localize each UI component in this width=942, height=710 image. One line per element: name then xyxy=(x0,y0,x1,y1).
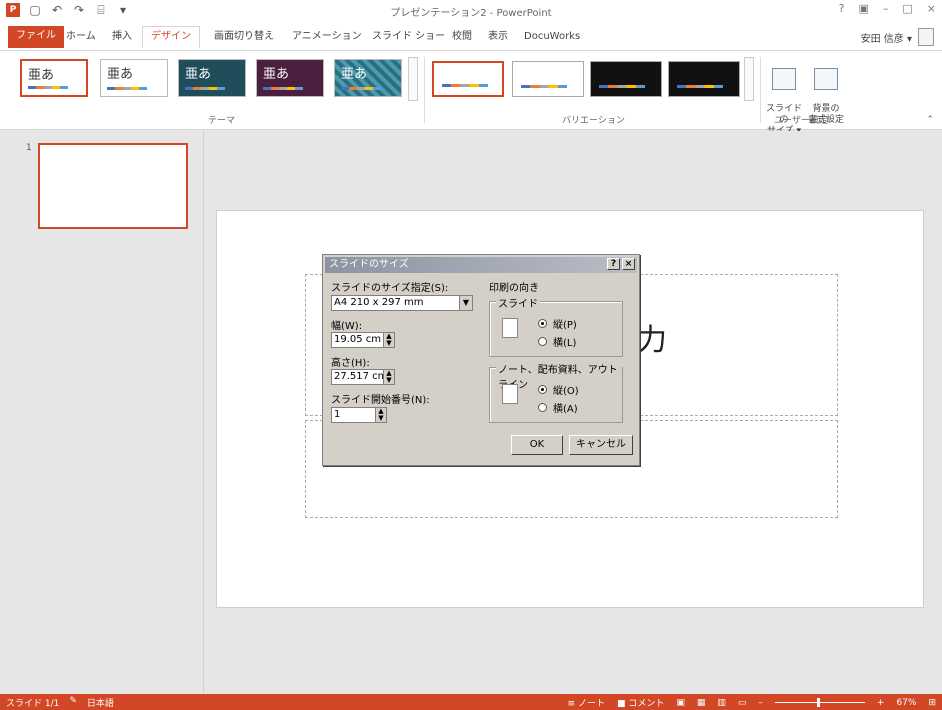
portrait-page-icon xyxy=(502,384,518,404)
portrait-page-icon xyxy=(502,318,518,338)
notes-button[interactable]: ≡ ノート xyxy=(568,696,605,709)
slides-orientation-group: スライド 縦(P) 横(L) xyxy=(489,295,623,357)
notes-landscape-radio[interactable]: 横(A) xyxy=(538,400,578,415)
normal-view-icon[interactable]: ▣ xyxy=(676,698,685,708)
slide-size-select[interactable]: A4 210 x 297 mm ▼ xyxy=(331,295,473,311)
theme-purple[interactable]: 亜あ xyxy=(256,59,324,97)
close-icon[interactable]: × xyxy=(927,2,936,15)
collapse-ribbon-icon[interactable]: ⌃ xyxy=(926,115,934,125)
theme-office[interactable]: 亜あ xyxy=(20,59,88,97)
width-label: 幅(W): xyxy=(331,321,363,332)
slide-size-dialog: スライドのサイズ ? × スライドのサイズ指定(S): A4 210 x 297… xyxy=(322,254,640,466)
tab-review[interactable]: 校閲 xyxy=(444,28,480,50)
dialog-close-button[interactable]: × xyxy=(622,258,635,270)
notes-portrait-radio[interactable]: 縦(O) xyxy=(538,382,579,397)
user-account[interactable]: 安田 信彦 ▾ xyxy=(861,28,934,46)
window-controls: ? ▣ – □ × xyxy=(839,2,936,15)
tab-transitions[interactable]: 画面切り替え xyxy=(206,28,282,50)
tab-view[interactable]: 表示 xyxy=(480,28,516,50)
radio-selected-icon xyxy=(538,385,547,394)
height-label: 高さ(H): xyxy=(331,358,370,369)
slide-size-label: スライドのサイズ指定(S): xyxy=(331,283,449,294)
reading-view-icon[interactable]: ▥ xyxy=(717,698,726,708)
slide-size-icon xyxy=(772,68,796,90)
minimize-icon[interactable]: – xyxy=(883,2,889,15)
slide-thumbnail[interactable] xyxy=(38,143,188,229)
theme-office-2[interactable]: 亜あ xyxy=(100,59,168,97)
zoom-level[interactable]: 67% xyxy=(896,698,916,708)
dialog-title: スライドのサイズ xyxy=(329,259,409,270)
radio-selected-icon xyxy=(538,319,547,328)
zoom-out-button[interactable]: – xyxy=(758,698,763,708)
orientation-group-label: 印刷の向き xyxy=(489,283,539,294)
slides-portrait-radio[interactable]: 縦(P) xyxy=(538,316,577,331)
title-bar: P ▢ ↶ ↷ ⌸ ▾ プレゼンテーション2 - PowerPoint ? ▣ … xyxy=(0,0,942,22)
theme-pattern[interactable]: 亜あ xyxy=(334,59,402,97)
ribbon-design: 亜あ 亜あ 亜あ 亜あ 亜あ テーマ バリエーション スライドの サイズ ▾ 背… xyxy=(0,50,942,136)
ok-button[interactable]: OK xyxy=(511,435,563,455)
user-settings-group-label: ユーザー設定 xyxy=(774,116,828,126)
cancel-button[interactable]: キャンセル xyxy=(569,435,633,455)
format-background-icon xyxy=(814,68,838,90)
dialog-title-bar[interactable]: スライドのサイズ ? × xyxy=(325,257,637,273)
slideshow-view-icon[interactable]: ▭ xyxy=(738,698,747,708)
radio-icon xyxy=(538,337,547,346)
theme-dark-teal[interactable]: 亜あ xyxy=(178,59,246,97)
dialog-help-button[interactable]: ? xyxy=(607,258,620,270)
zoom-slider-knob[interactable] xyxy=(816,698,820,707)
comments-button[interactable]: ■ コメント xyxy=(617,696,664,709)
status-bar: スライド 1/1 ✎ 日本語 ≡ ノート ■ コメント ▣ ▦ ▥ ▭ – + … xyxy=(0,694,942,710)
notes-orientation-group: ノート、配布資料、アウトライン 縦(O) 横(A) xyxy=(489,361,623,423)
width-spinner[interactable]: 19.05 cm ▲ ▼ xyxy=(331,332,395,348)
variation-2[interactable] xyxy=(512,61,584,97)
tab-slideshow[interactable]: スライド ショー xyxy=(364,28,453,50)
spinner-arrows-icon[interactable]: ▲ ▼ xyxy=(383,333,394,347)
variation-4[interactable] xyxy=(668,61,740,97)
zoom-in-button[interactable]: + xyxy=(877,698,885,708)
radio-icon xyxy=(538,403,547,412)
start-number-label: スライド開始番号(N): xyxy=(331,395,430,406)
variation-1[interactable] xyxy=(432,61,504,97)
zoom-slider[interactable] xyxy=(774,698,865,707)
avatar[interactable] xyxy=(918,28,934,46)
variations-gallery-scroll[interactable] xyxy=(744,57,754,101)
tab-insert[interactable]: 挿入 xyxy=(104,28,140,50)
group-divider xyxy=(760,57,761,123)
variations-group-label: バリエーション xyxy=(562,116,625,126)
group-divider xyxy=(424,57,425,123)
spellcheck-icon[interactable]: ✎ xyxy=(69,696,77,709)
themes-gallery-scroll[interactable] xyxy=(408,57,418,101)
slide-thumb-number: 1 xyxy=(26,143,32,153)
ribbon-display-options-icon[interactable]: ▣ xyxy=(858,2,868,15)
help-icon[interactable]: ? xyxy=(839,2,845,15)
maximize-icon[interactable]: □ xyxy=(902,2,912,15)
start-number-spinner[interactable]: 1 ▲ ▼ xyxy=(331,407,387,423)
slide-counter: スライド 1/1 xyxy=(6,699,60,709)
tab-docuworks[interactable]: DocuWorks xyxy=(516,28,588,50)
ribbon-tabs: ファイル ホーム 挿入 デザイン 画面切り替え アニメーション スライド ショー… xyxy=(0,22,942,50)
tab-animations[interactable]: アニメーション xyxy=(284,28,370,50)
spinner-arrows-icon[interactable]: ▲ ▼ xyxy=(375,408,386,422)
height-spinner[interactable]: 27.517 cm ▲ ▼ xyxy=(331,369,395,385)
tab-home[interactable]: ホーム xyxy=(58,28,104,50)
variation-3[interactable] xyxy=(590,61,662,97)
user-name[interactable]: 安田 信彦 ▾ xyxy=(861,30,912,45)
themes-group-label: テーマ xyxy=(208,116,236,126)
fit-to-window-icon[interactable]: ⊞ xyxy=(928,698,936,708)
tab-design[interactable]: デザイン xyxy=(142,26,200,48)
chevron-down-icon[interactable]: ▼ xyxy=(459,296,472,310)
slide-thumbnails-pane: 1 xyxy=(14,131,204,694)
slides-group-label: スライド xyxy=(496,295,540,310)
tab-file[interactable]: ファイル xyxy=(8,26,64,48)
spinner-arrows-icon[interactable]: ▲ ▼ xyxy=(383,370,394,384)
slides-landscape-radio[interactable]: 横(L) xyxy=(538,334,576,349)
slide-sorter-icon[interactable]: ▦ xyxy=(697,698,706,708)
document-title: プレゼンテーション2 - PowerPoint xyxy=(390,8,552,19)
language-indicator[interactable]: 日本語 xyxy=(87,696,114,709)
